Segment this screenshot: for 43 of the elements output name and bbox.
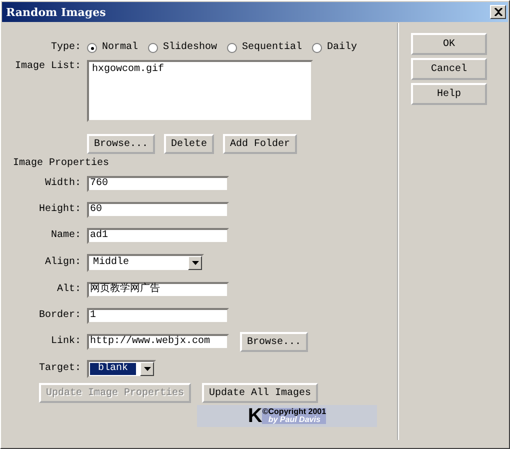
radio-option[interactable]: Normal (87, 41, 138, 55)
dialog-button[interactable]: Help (411, 83, 487, 105)
field-label: Type: (50, 41, 82, 55)
input-field[interactable]: 760 (87, 176, 229, 192)
dropdown-arrow-button[interactable] (188, 256, 202, 270)
window-title: Random Images (6, 6, 106, 18)
list-item[interactable]: hxgowcom.gif (92, 64, 308, 75)
field-label: Height: (38, 203, 82, 217)
field-label: Border: (38, 309, 82, 323)
copyright-text: ©Copyright 2001 (262, 408, 326, 416)
caret-icon (192, 261, 198, 265)
input-field[interactable]: 网页教学网广告 (87, 282, 229, 298)
field-label: Target: (38, 362, 82, 376)
dropdown[interactable]: Middle (87, 254, 204, 272)
input-field[interactable]: ad1 (87, 228, 229, 244)
browse-button[interactable]: Browse... (240, 332, 308, 352)
dropdown[interactable]: blank (87, 360, 156, 378)
caret-icon (144, 367, 150, 371)
list-button[interactable]: Delete (164, 134, 214, 154)
close-icon (494, 8, 502, 16)
dropdown-arrow-button[interactable] (140, 362, 154, 376)
field-label: Alt: (56, 283, 82, 297)
update-button[interactable]: Update All Images (202, 383, 318, 403)
field-label: Link: (50, 335, 82, 349)
radio-option[interactable]: Sequential (227, 41, 302, 55)
radio-option[interactable]: Daily (312, 41, 358, 55)
close-button[interactable] (490, 5, 506, 19)
input-field[interactable]: http://www.webjx.com (87, 334, 229, 350)
input-field[interactable]: 60 (87, 202, 229, 218)
list-button[interactable]: Add Folder (223, 134, 298, 154)
image-list[interactable]: hxgowcom.gif (87, 60, 313, 122)
list-button[interactable]: Browse... (87, 134, 156, 154)
copyright-text: by Paul Davis (268, 416, 322, 424)
dialog-button[interactable]: Cancel (411, 58, 487, 80)
field-label: Width: (44, 177, 82, 191)
dialog-button[interactable]: OK (411, 33, 487, 55)
radio-option[interactable]: Slideshow (148, 41, 218, 55)
field-label: Image List: (14, 60, 82, 74)
section-title: Image Properties (13, 157, 110, 171)
field-label: Name: (50, 229, 82, 243)
field-label: Align: (44, 256, 82, 270)
input-field[interactable]: 1 (87, 308, 229, 324)
logo-letter: K (248, 407, 262, 425)
